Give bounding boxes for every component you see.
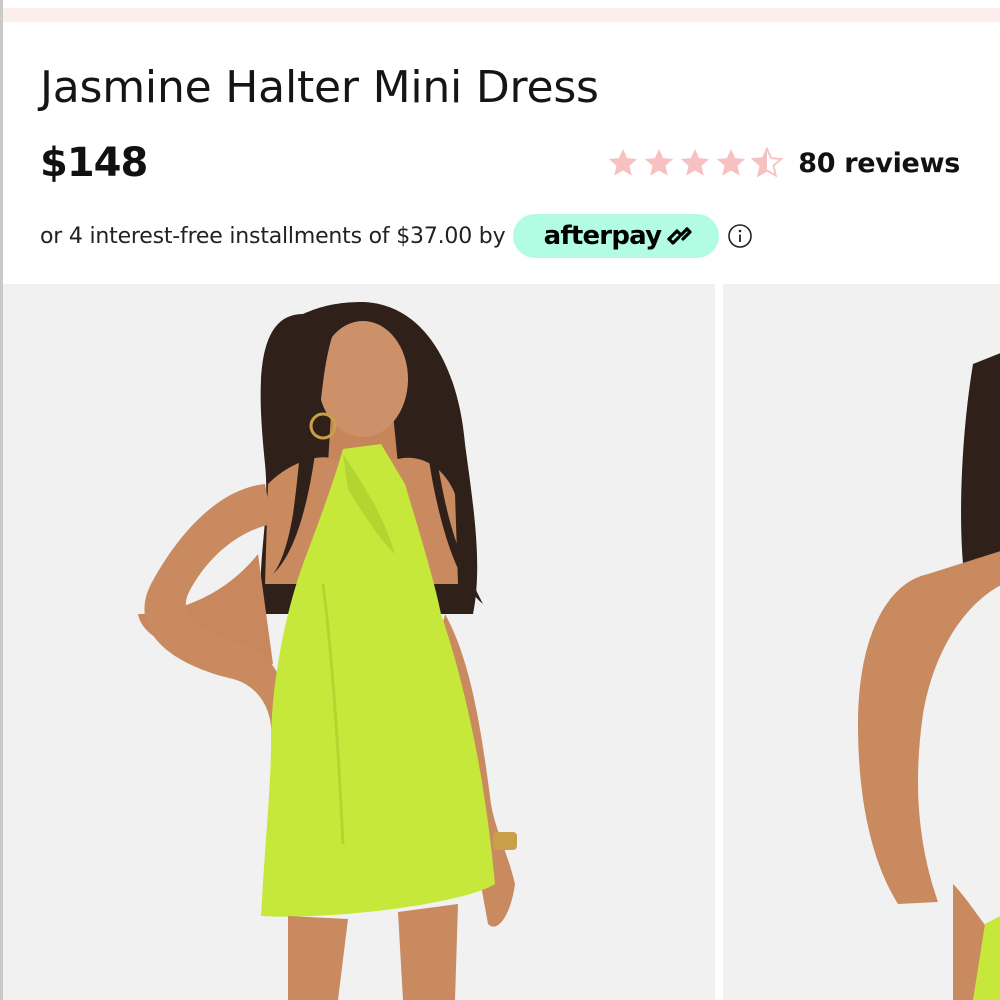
info-icon[interactable] xyxy=(727,223,753,249)
installments-row: or 4 interest-free installments of $37.0… xyxy=(40,214,753,258)
afterpay-badge[interactable]: afterpay xyxy=(513,214,720,258)
afterpay-arrows-icon xyxy=(667,227,692,245)
star-full-icon xyxy=(678,146,712,180)
star-full-icon xyxy=(714,146,748,180)
product-image-gallery[interactable] xyxy=(3,284,1000,1000)
reviews-link[interactable]: 80 reviews xyxy=(798,148,960,179)
top-header-strip xyxy=(0,8,1000,22)
installments-text: or 4 interest-free installments of $37.0… xyxy=(40,223,506,249)
star-full-icon xyxy=(606,146,640,180)
star-full-icon xyxy=(642,146,676,180)
star-rating xyxy=(606,146,784,180)
model-front-photo[interactable] xyxy=(3,284,715,1000)
rating-summary[interactable]: 80 reviews xyxy=(606,145,960,181)
product-title: Jasmine Halter Mini Dress xyxy=(40,62,599,113)
product-price: $148 xyxy=(40,140,148,186)
star-half-icon xyxy=(750,146,784,180)
model-back-photo[interactable] xyxy=(723,284,1000,1000)
afterpay-logo-text: afterpay xyxy=(543,221,662,251)
